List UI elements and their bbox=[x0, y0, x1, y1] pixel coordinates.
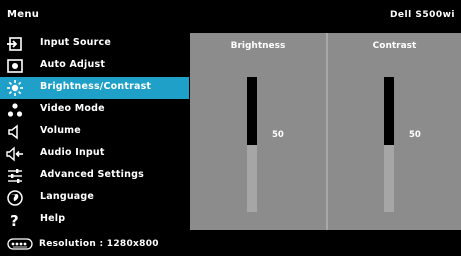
advanced-settings-icon bbox=[8, 169, 22, 183]
menu-item-label: Brightness/Contrast bbox=[40, 81, 152, 92]
menu-item-label: Audio Input bbox=[40, 147, 105, 158]
volume-icon bbox=[8, 124, 18, 140]
contrast-heading: Contrast bbox=[372, 41, 417, 51]
menu-item-label: Language bbox=[40, 191, 95, 202]
menu-item-label: Video Mode bbox=[40, 103, 105, 114]
auto-adjust-icon bbox=[7, 59, 23, 73]
menu-item-advanced-settings[interactable]: Advanced Settings bbox=[0, 165, 189, 187]
menu-item-language[interactable]: Language bbox=[0, 187, 189, 209]
resolution-text: Resolution : 1280x800 bbox=[39, 239, 159, 249]
menu-item-label: Help bbox=[40, 213, 66, 224]
language-icon bbox=[7, 190, 23, 206]
menu-item-video-mode[interactable]: Video Mode bbox=[0, 99, 189, 121]
contrast-slider[interactable] bbox=[384, 77, 394, 212]
contrast-column: Contrast 50 bbox=[328, 33, 461, 230]
contrast-value: 50 bbox=[409, 130, 421, 140]
menu-item-audio-input[interactable]: Audio Input bbox=[0, 143, 189, 165]
resolution-icon bbox=[7, 238, 33, 250]
menu-item-help[interactable]: ? Help bbox=[0, 209, 189, 231]
main-menu: Input Source Auto Adjust Brightness/Cont… bbox=[0, 33, 190, 230]
brightness-heading: Brightness bbox=[230, 41, 286, 51]
input-source-icon bbox=[7, 37, 22, 51]
adjustment-panel: Brightness 50 Contrast 50 bbox=[190, 33, 461, 230]
svg-text:?: ? bbox=[10, 212, 19, 229]
help-icon: ? bbox=[10, 212, 19, 229]
brightness-slider[interactable] bbox=[247, 77, 257, 212]
menu-item-label: Auto Adjust bbox=[40, 59, 106, 70]
menu-item-input-source[interactable]: Input Source bbox=[0, 33, 189, 55]
audio-input-icon bbox=[6, 146, 23, 162]
model-name: Dell S500wi bbox=[389, 10, 455, 20]
menu-item-brightness-contrast[interactable]: Brightness/Contrast bbox=[0, 77, 189, 99]
menu-item-volume[interactable]: Volume bbox=[0, 121, 189, 143]
brightness-icon bbox=[7, 80, 23, 96]
video-mode-icon bbox=[7, 103, 23, 117]
brightness-value: 50 bbox=[272, 130, 284, 140]
menu-item-auto-adjust[interactable]: Auto Adjust bbox=[0, 55, 189, 77]
title-bar: Menu Dell S500wi bbox=[0, 0, 461, 30]
menu-item-label: Advanced Settings bbox=[40, 169, 144, 180]
brightness-slider-fill bbox=[247, 77, 257, 145]
menu-item-label: Input Source bbox=[40, 37, 112, 48]
contrast-slider-fill bbox=[384, 77, 394, 145]
menu-title: Menu bbox=[7, 9, 40, 20]
status-bar: Resolution : 1280x800 bbox=[0, 233, 461, 256]
projector-osd: Menu Dell S500wi Input Source Auto Adjus… bbox=[0, 0, 461, 256]
menu-item-label: Volume bbox=[40, 125, 81, 136]
brightness-column: Brightness 50 bbox=[190, 33, 326, 230]
